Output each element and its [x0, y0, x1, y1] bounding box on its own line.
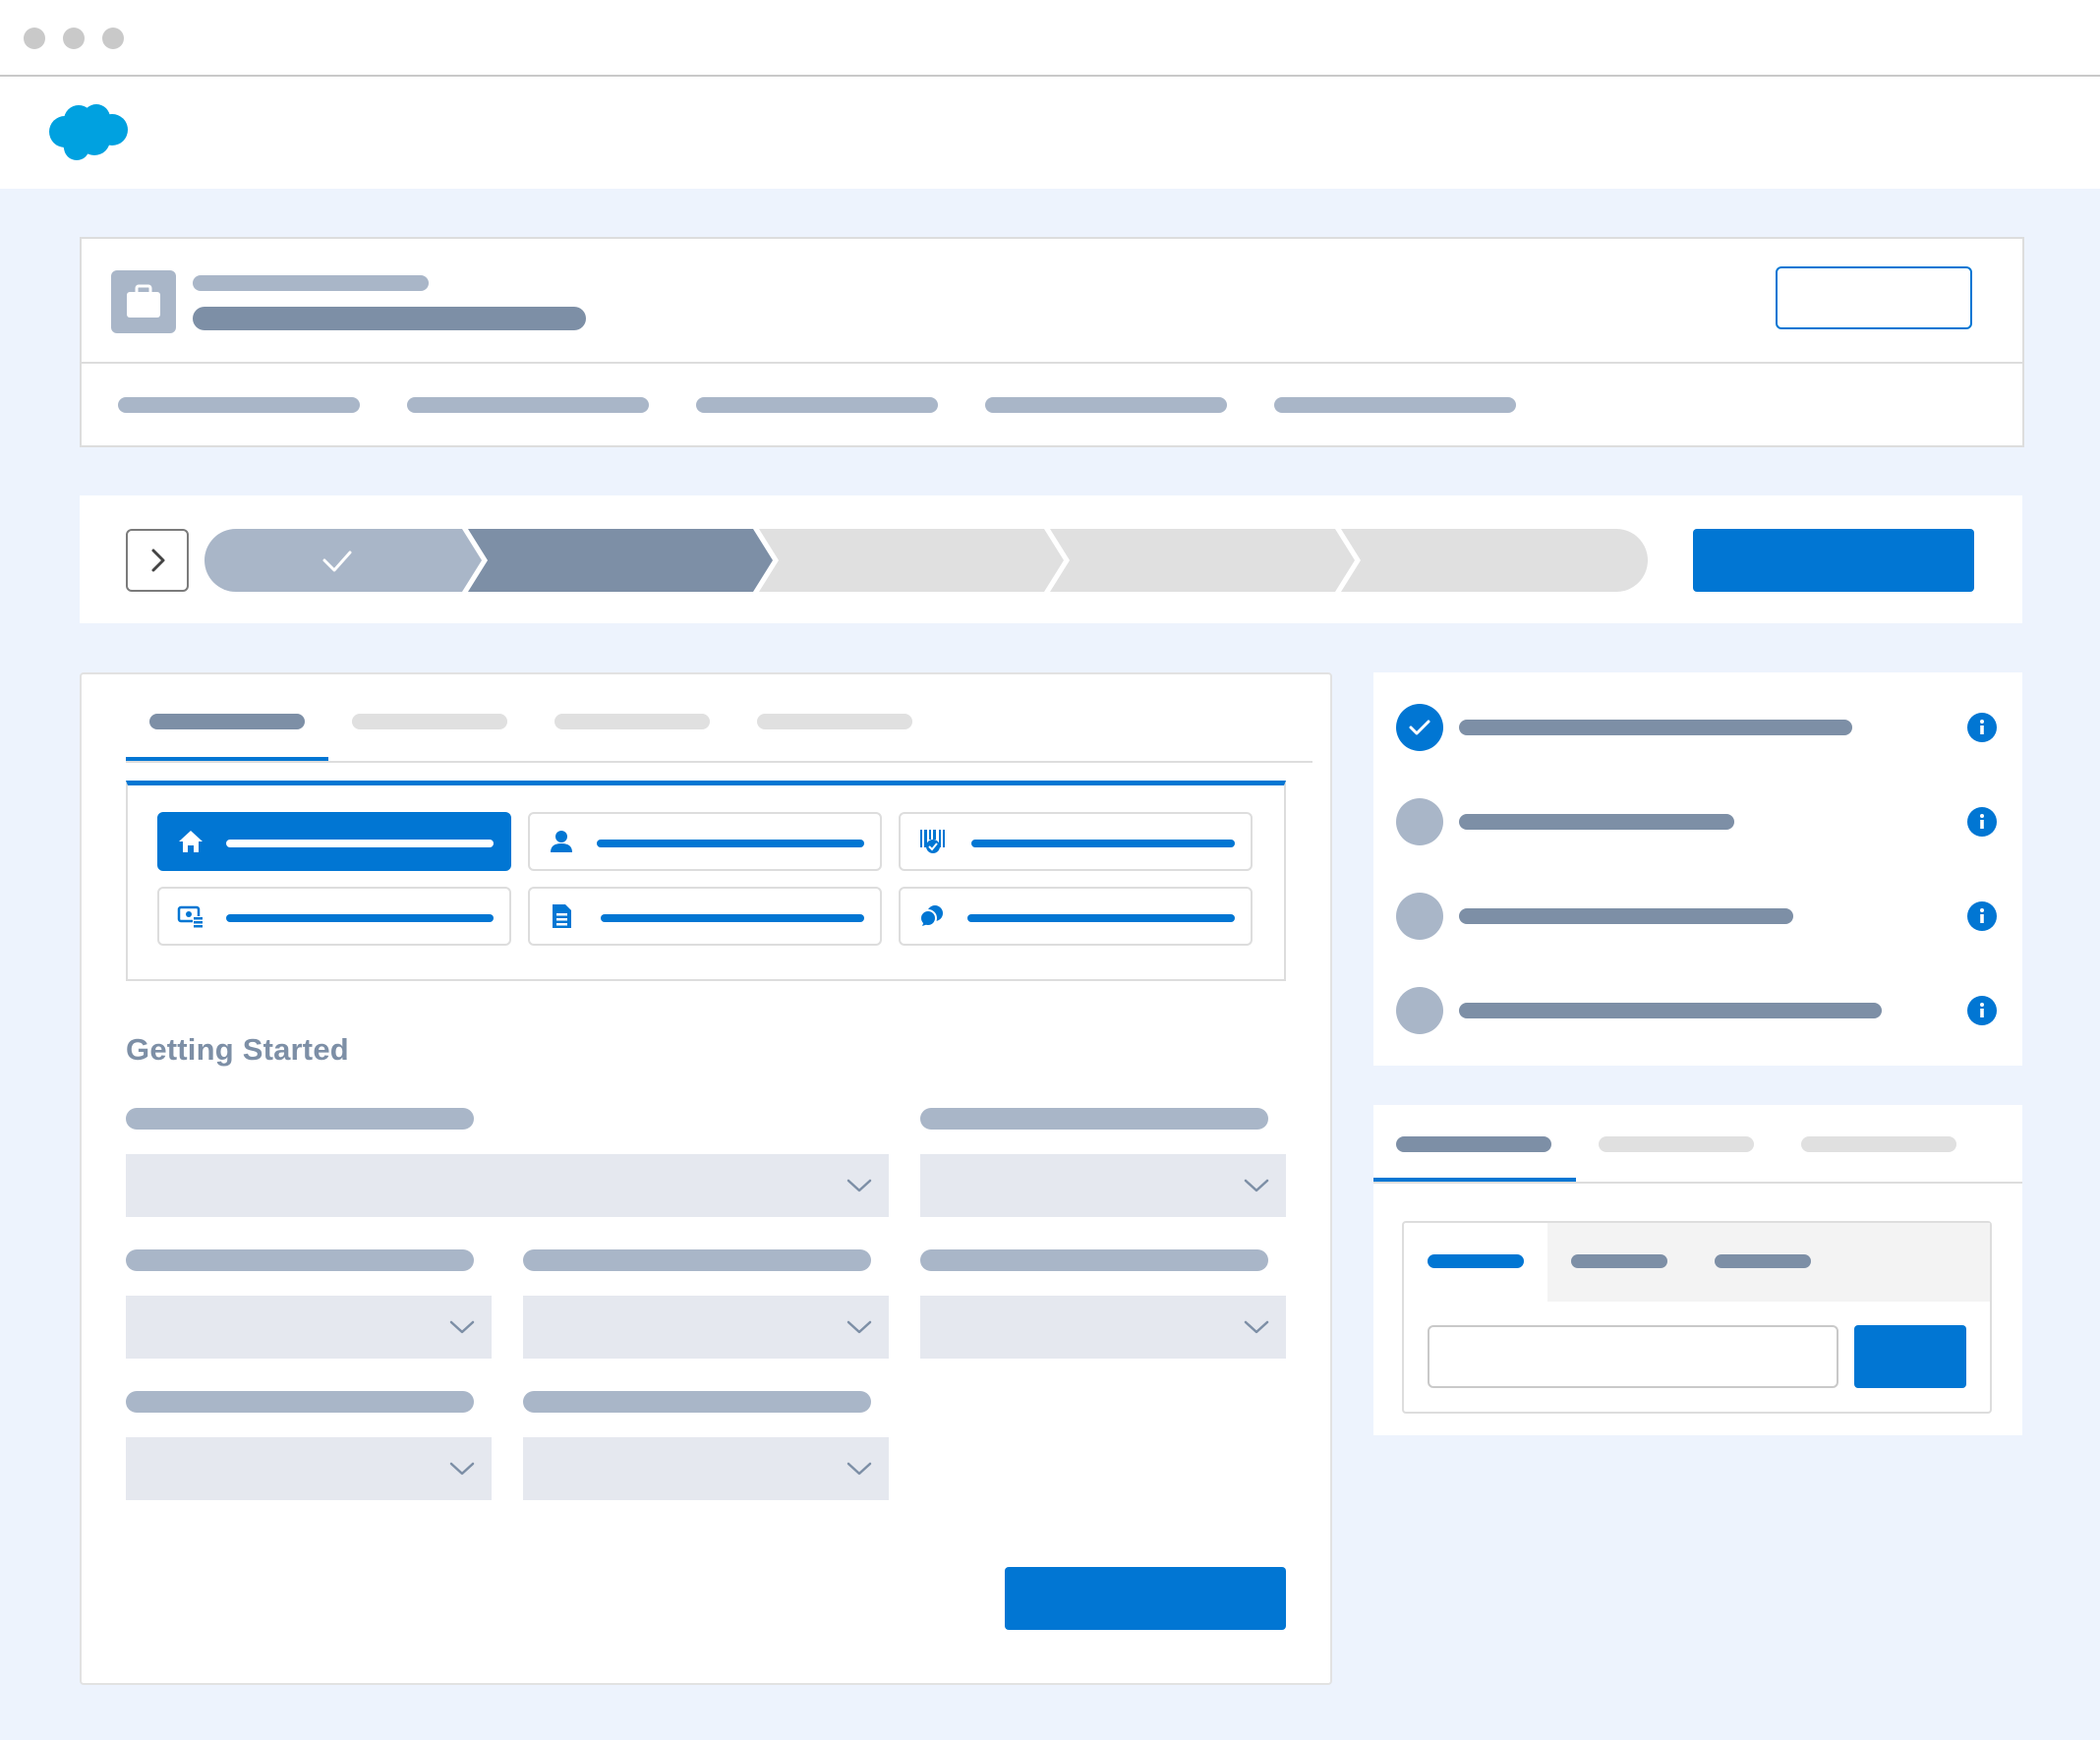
salesforce-cloud-logo[interactable]: [45, 102, 130, 161]
document-icon: [553, 904, 571, 928]
path-stage-5[interactable]: [1341, 529, 1648, 592]
select-field[interactable]: [126, 1154, 889, 1217]
checklist-item-label[interactable]: [1459, 720, 1852, 735]
chevron-down-icon: [1244, 1320, 1269, 1334]
highlight-field-4: [985, 397, 1227, 413]
tile-label-money: [226, 914, 494, 922]
activity-tab-1[interactable]: [1396, 1136, 1551, 1152]
mark-stage-complete-button[interactable]: [1693, 529, 1974, 592]
window-zoom-dot[interactable]: [102, 28, 124, 49]
check-icon: [1409, 720, 1430, 735]
barcode-shield-icon: [920, 830, 945, 853]
tile-label-barcode: [971, 840, 1235, 847]
path-stages: [204, 529, 1648, 592]
tile-label-chat: [967, 914, 1235, 922]
path-stage-current[interactable]: [468, 529, 773, 592]
tab-1[interactable]: [149, 714, 305, 729]
activity-tab-rule: [1373, 1182, 2022, 1184]
tile-document[interactable]: [528, 887, 882, 946]
activity-tab-2[interactable]: [1599, 1136, 1754, 1152]
chevron-down-icon: [1244, 1179, 1269, 1192]
tab-4[interactable]: [757, 714, 912, 729]
field-label: [523, 1249, 871, 1271]
composer-tab-active[interactable]: [1428, 1254, 1524, 1268]
quick-action-tiles: [126, 781, 1286, 981]
checklist-item-label[interactable]: [1459, 908, 1793, 924]
field-label: [126, 1108, 474, 1130]
tile-home[interactable]: [157, 812, 511, 871]
composer-tab-3[interactable]: [1715, 1254, 1811, 1268]
tile-label-person: [597, 840, 864, 847]
select-field[interactable]: [523, 1437, 889, 1500]
info-icon[interactable]: [1967, 901, 1997, 931]
field-label: [126, 1391, 474, 1413]
chevron-down-icon: [449, 1320, 475, 1334]
app-header: [0, 79, 2100, 189]
tile-barcode[interactable]: [899, 812, 1253, 871]
checklist-status-complete: [1396, 704, 1443, 751]
highlight-field-2: [407, 397, 649, 413]
chevron-down-icon: [846, 1179, 872, 1192]
record-action-button[interactable]: [1776, 266, 1972, 329]
composer-tab-2[interactable]: [1571, 1254, 1667, 1268]
tile-label-home: [226, 840, 494, 847]
select-field[interactable]: [126, 1437, 492, 1500]
tab-3[interactable]: [554, 714, 710, 729]
chat-icon: [919, 905, 943, 927]
person-icon: [551, 831, 572, 852]
activity-tab-3[interactable]: [1801, 1136, 1956, 1152]
activity-submit-button[interactable]: [1854, 1325, 1966, 1388]
record-type-placeholder: [193, 275, 429, 291]
info-icon[interactable]: [1967, 996, 1997, 1025]
select-field[interactable]: [920, 1296, 1286, 1359]
tile-chat[interactable]: [899, 887, 1253, 946]
checklist-item-label[interactable]: [1459, 814, 1734, 830]
briefcase-icon: [111, 270, 176, 333]
path-stage-3[interactable]: [759, 529, 1064, 592]
checklist-status-incomplete: [1396, 893, 1443, 940]
path-stage-4[interactable]: [1050, 529, 1355, 592]
info-icon[interactable]: [1967, 713, 1997, 742]
path-toggle-button[interactable]: [126, 529, 189, 592]
select-field[interactable]: [523, 1296, 889, 1359]
field-label: [920, 1108, 1268, 1130]
tile-money[interactable]: [157, 887, 511, 946]
window-close-dot[interactable]: [24, 28, 45, 49]
money-card-icon: [177, 905, 203, 928]
record-name-placeholder: [193, 307, 586, 330]
home-icon: [179, 831, 203, 852]
checklist-item-label[interactable]: [1459, 1003, 1882, 1018]
record-header-card: [80, 237, 2024, 447]
activity-text-input[interactable]: [1428, 1325, 1838, 1388]
chevron-down-icon: [846, 1320, 872, 1334]
checklist-status-incomplete: [1396, 987, 1443, 1034]
field-label: [126, 1249, 474, 1271]
highlight-field-3: [696, 397, 938, 413]
chevron-down-icon: [846, 1462, 872, 1476]
chevron-right-icon: [151, 549, 165, 572]
highlight-field-1: [118, 397, 360, 413]
tile-label-document: [601, 914, 864, 922]
window-minimize-dot[interactable]: [63, 28, 85, 49]
window-titlebar: [0, 0, 2100, 77]
select-field[interactable]: [126, 1296, 492, 1359]
active-tab-indicator: [126, 757, 328, 761]
select-field[interactable]: [920, 1154, 1286, 1217]
info-icon[interactable]: [1967, 807, 1997, 837]
form-submit-button[interactable]: [1005, 1567, 1286, 1630]
record-header-divider: [80, 362, 2024, 364]
field-label: [920, 1249, 1268, 1271]
field-label: [523, 1391, 871, 1413]
highlight-field-5: [1274, 397, 1516, 413]
tile-person[interactable]: [528, 812, 882, 871]
activity-active-tab-indicator: [1373, 1178, 1576, 1182]
tab-2[interactable]: [352, 714, 507, 729]
checklist-status-incomplete: [1396, 798, 1443, 845]
chevron-down-icon: [449, 1462, 475, 1476]
tab-bar-rule: [126, 761, 1312, 763]
section-title: Getting Started: [126, 1032, 349, 1067]
